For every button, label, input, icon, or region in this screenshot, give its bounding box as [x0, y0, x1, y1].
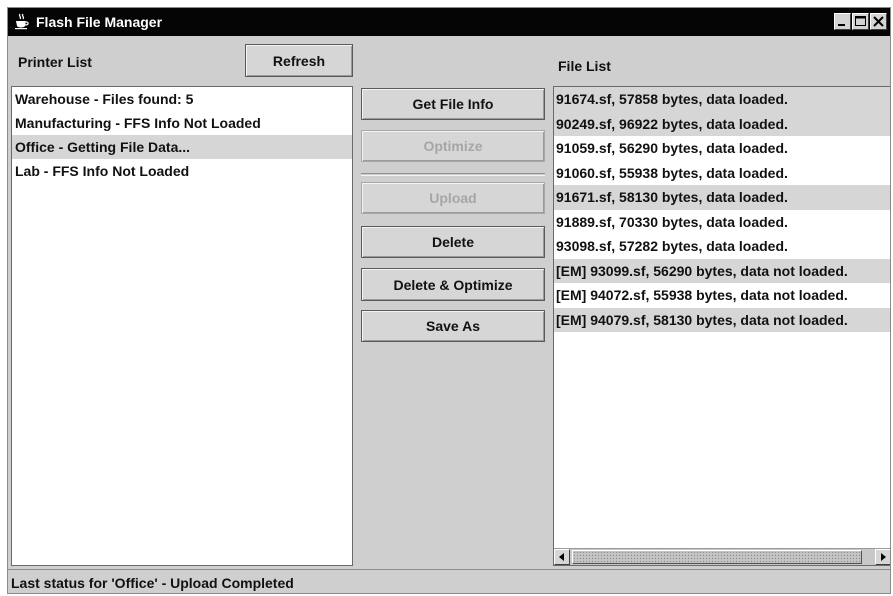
scroll-right-button[interactable]	[875, 549, 890, 565]
file-list-item[interactable]: 90249.sf, 96922 bytes, data loaded.	[554, 111, 890, 136]
file-list-item[interactable]: [EM] 93099.sf, 56290 bytes, data not loa…	[554, 258, 890, 283]
file-list-item[interactable]: [EM] 94079.sf, 58130 bytes, data not loa…	[554, 307, 890, 332]
file-list-item[interactable]: 93098.sf, 57282 bytes, data loaded.	[554, 234, 890, 259]
delete-optimize-button[interactable]: Delete & Optimize	[361, 268, 545, 301]
close-icon	[873, 16, 884, 27]
printer-list-item[interactable]: Warehouse - Files found: 5	[12, 87, 352, 111]
file-list-item[interactable]: [EM] 94072.sf, 55938 bytes, data not loa…	[554, 283, 890, 308]
file-list-item[interactable]: 91060.sf, 55938 bytes, data loaded.	[554, 161, 890, 186]
printer-list-item[interactable]: Office - Getting File Data...	[12, 135, 352, 159]
file-list-item[interactable]: 91889.sf, 70330 bytes, data loaded.	[554, 210, 890, 235]
close-button[interactable]	[870, 13, 887, 30]
upload-button[interactable]: Upload	[361, 182, 545, 214]
file-list-item[interactable]: 91059.sf, 56290 bytes, data loaded.	[554, 136, 890, 161]
file-list-label: File List	[558, 58, 611, 74]
minimize-button[interactable]	[834, 13, 851, 30]
status-bar: Last status for 'Office' - Upload Comple…	[8, 569, 890, 593]
printer-list[interactable]: Warehouse - Files found: 5 Manufacturing…	[11, 86, 353, 566]
scroll-left-button[interactable]	[554, 549, 570, 565]
java-cup-icon	[13, 13, 30, 30]
printer-list-item[interactable]: Manufacturing - FFS Info Not Loaded	[12, 111, 352, 135]
scrollbar-thumb[interactable]	[572, 550, 862, 564]
title-bar[interactable]: Flash File Manager	[8, 8, 890, 36]
printer-list-item[interactable]: Lab - FFS Info Not Loaded	[12, 159, 352, 183]
get-file-info-button[interactable]: Get File Info	[361, 88, 545, 120]
maximize-icon	[855, 16, 866, 26]
status-text: Last status for 'Office' - Upload Comple…	[11, 575, 294, 591]
optimize-button[interactable]: Optimize	[361, 130, 545, 162]
minimize-icon	[838, 24, 845, 26]
printer-list-label: Printer List	[18, 54, 92, 70]
button-separator	[361, 173, 545, 176]
arrow-right-icon	[881, 553, 886, 561]
refresh-button[interactable]: Refresh	[245, 44, 353, 77]
file-list-item[interactable]: 91671.sf, 58130 bytes, data loaded.	[554, 185, 890, 210]
save-as-button[interactable]: Save As	[361, 310, 545, 342]
maximize-button[interactable]	[852, 13, 869, 30]
file-list-rows: 91674.sf, 57858 bytes, data loaded. 9024…	[554, 87, 890, 332]
arrow-left-icon	[559, 553, 564, 561]
horizontal-scrollbar[interactable]	[554, 548, 890, 565]
delete-button[interactable]: Delete	[361, 226, 545, 258]
window-title: Flash File Manager	[36, 14, 163, 30]
flash-file-manager-window: Flash File Manager Printer List Refresh …	[7, 7, 891, 594]
file-list[interactable]: 91674.sf, 57858 bytes, data loaded. 9024…	[553, 86, 890, 566]
file-list-item[interactable]: 91674.sf, 57858 bytes, data loaded.	[554, 87, 890, 112]
